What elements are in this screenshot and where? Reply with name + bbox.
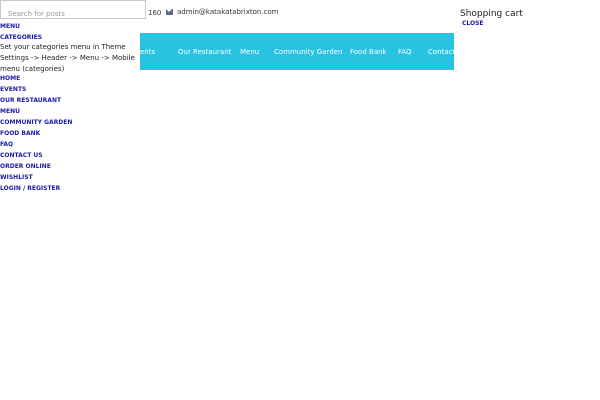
categories-note: Set your categories menu in Theme Settin… [0,43,135,73]
email-address[interactable]: admin@katakatabrixton.com [177,8,279,16]
nav-item-our-restaurant[interactable]: Our Restaurant [178,48,231,56]
tab-menu[interactable]: MENU [0,21,42,32]
email-contact[interactable]: admin@katakatabrixton.com [166,8,279,16]
search-box [0,0,146,23]
phone-number: 160 [148,9,162,17]
cart-close-button[interactable]: CLOSE [462,20,484,27]
panel-tabs: MENU CATEGORIES [0,21,42,43]
mobile-menu-list: HOME EVENTS OUR RESTAURANT MENU COMMUNIT… [0,73,72,194]
nav-item-contact[interactable]: Contact [428,48,455,56]
mobile-menu-item-events[interactable]: EVENTS [0,84,72,95]
mobile-menu-item-home[interactable]: HOME [0,73,72,84]
mobile-menu-item-our-restaurant[interactable]: OUR RESTAURANT [0,95,72,106]
mobile-menu-panel: MENU CATEGORIES Set your categories menu… [0,0,147,200]
mobile-menu-item-contact-us[interactable]: CONTACT US [0,150,72,161]
mobile-menu-item-menu[interactable]: MENU [0,106,72,117]
mobile-menu-item-login-register[interactable]: LOGIN / REGISTER [0,183,72,194]
main-navigation: ents Our Restaurant Menu Community Garde… [140,33,455,70]
mobile-menu-item-wishlist[interactable]: WISHLIST [0,172,72,183]
nav-item-community-garden[interactable]: Community Garden [274,48,342,56]
envelope-icon [166,9,173,15]
mobile-menu-item-order-online[interactable]: ORDER ONLINE [0,161,72,172]
shopping-cart-title: Shopping cart [460,9,523,19]
mobile-menu-item-community-garden[interactable]: COMMUNITY GARDEN [0,117,72,128]
nav-item-menu[interactable]: Menu [240,48,259,56]
nav-item-food-bank[interactable]: Food Bank [350,48,387,56]
mobile-menu-item-faq[interactable]: FAQ [0,139,72,150]
search-input[interactable] [6,5,140,23]
mobile-menu-item-food-bank[interactable]: FOOD BANK [0,128,72,139]
nav-item-faq[interactable]: FAQ [398,48,412,56]
